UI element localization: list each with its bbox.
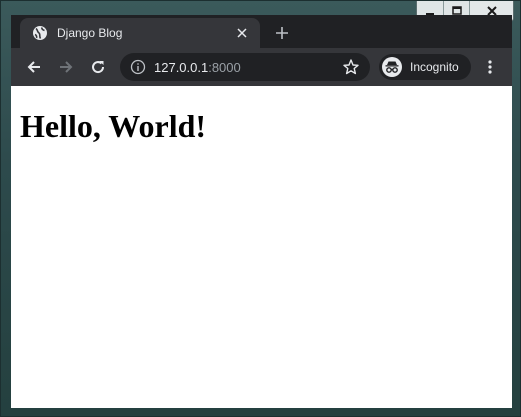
tab-django-blog[interactable]: Django Blog bbox=[20, 18, 260, 48]
back-arrow-icon bbox=[27, 61, 40, 73]
page-viewport: Hello, World! bbox=[11, 86, 512, 408]
reload-button[interactable] bbox=[86, 55, 110, 79]
reload-icon bbox=[92, 61, 105, 74]
url-port: :8000 bbox=[208, 59, 241, 75]
tab-title: Django Blog bbox=[57, 26, 123, 40]
browser-window: Django Blog 127.0.0.1:8000 Incognito Hel… bbox=[0, 0, 521, 417]
url-host: 127.0.0.1 bbox=[154, 59, 209, 75]
globe-icon bbox=[32, 25, 48, 41]
incognito-label: Incognito bbox=[410, 60, 459, 74]
address-bar[interactable]: 127.0.0.1:8000 bbox=[120, 53, 370, 81]
tab-strip: Django Blog bbox=[11, 15, 512, 48]
bookmark-star-icon[interactable] bbox=[342, 58, 360, 76]
tab-close-icon[interactable] bbox=[234, 25, 250, 41]
back-button[interactable] bbox=[22, 55, 46, 79]
kebab-menu-icon bbox=[488, 60, 492, 74]
page-heading: Hello, World! bbox=[20, 108, 207, 144]
url-text: 127.0.0.1:8000 bbox=[154, 60, 342, 75]
browser-toolbar: 127.0.0.1:8000 Incognito bbox=[11, 48, 512, 86]
forward-button[interactable] bbox=[54, 55, 78, 79]
forward-arrow-icon bbox=[60, 61, 73, 73]
incognito-badge[interactable]: Incognito bbox=[379, 54, 471, 80]
plus-icon bbox=[276, 27, 288, 39]
new-tab-button[interactable] bbox=[270, 21, 294, 45]
menu-button[interactable] bbox=[480, 55, 500, 79]
incognito-icon bbox=[382, 57, 402, 77]
info-icon[interactable] bbox=[130, 59, 146, 75]
